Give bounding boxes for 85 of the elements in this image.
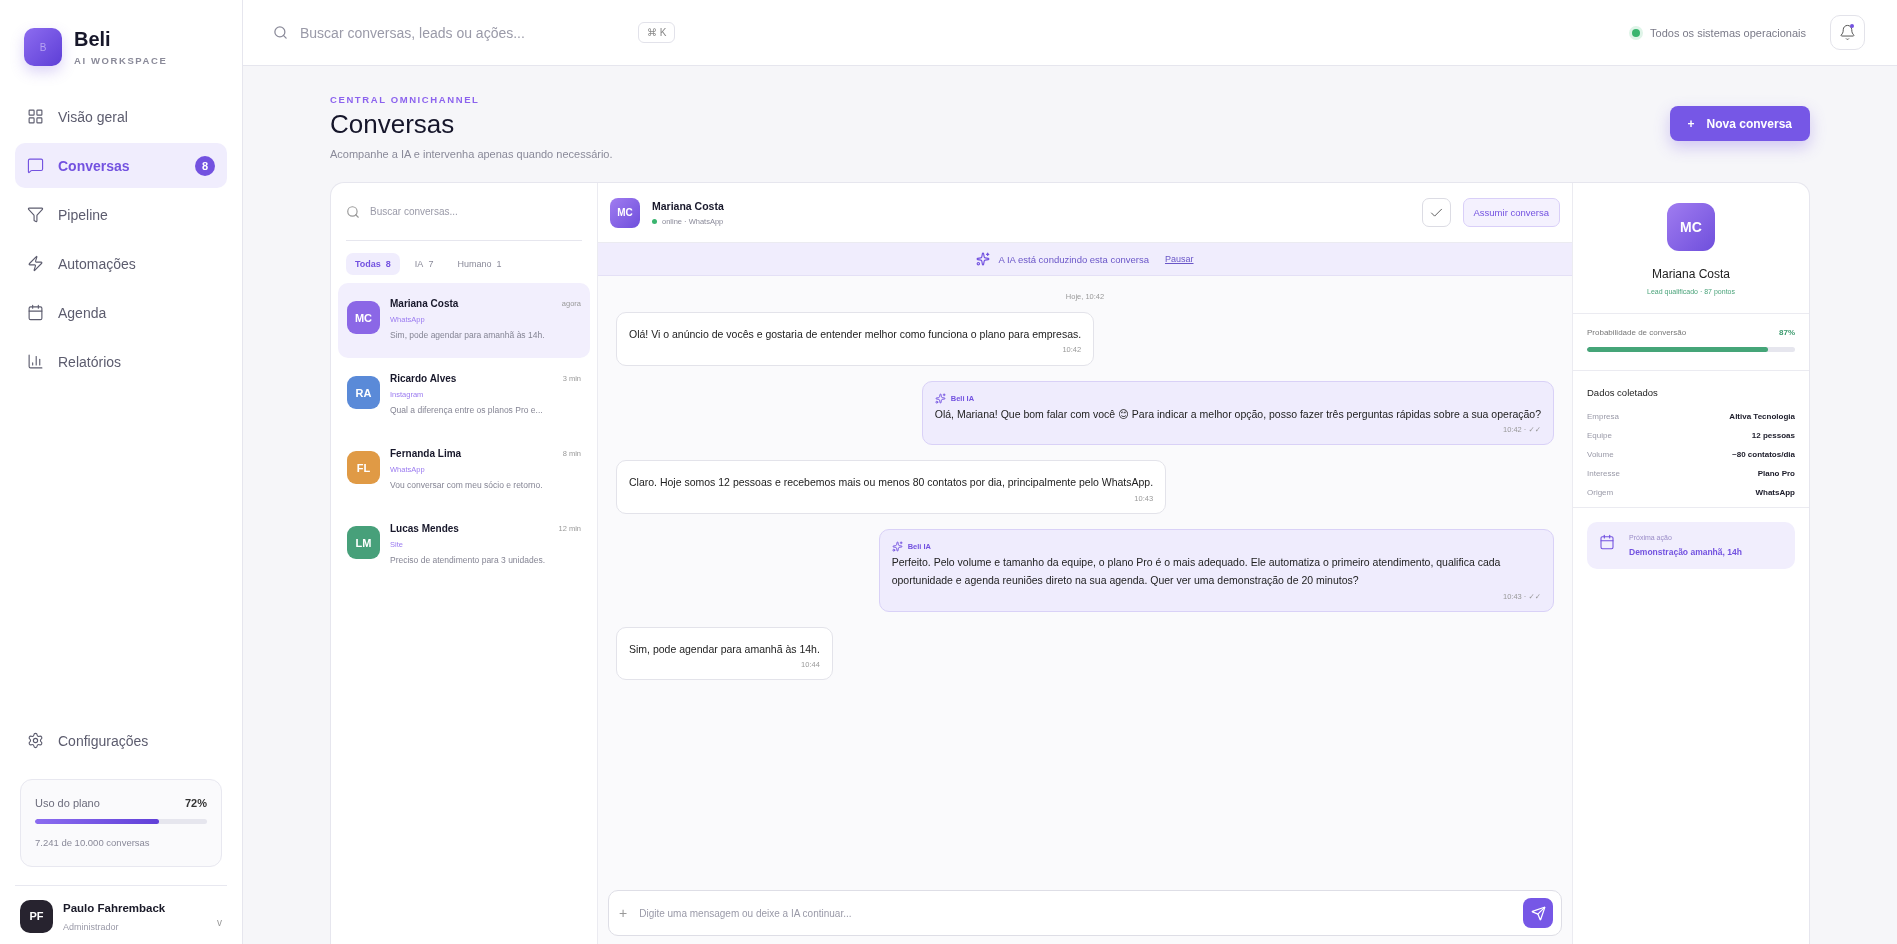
plan-detail: 7.241 de 10.000 conversas	[35, 837, 150, 848]
settings-link[interactable]: Configurações	[15, 718, 227, 763]
contact-avatar: MC	[610, 197, 640, 228]
message-input[interactable]: Digite uma mensagem ou deixe a IA continuar...	[637, 906, 1138, 920]
contact-name: Ricardo Alves	[390, 373, 457, 384]
field-label: Empresa	[1587, 412, 1619, 421]
message-preview: Sim, pode agendar para amanhã às 14h.	[390, 330, 546, 340]
contact-name: Mariana Costa	[652, 199, 725, 212]
search-icon	[346, 204, 360, 219]
field-value: ~80 contatos/dia	[1732, 450, 1795, 459]
user-role: Administrador	[63, 922, 119, 932]
message-text: Claro. Hoje somos 12 pessoas e recebemos mais ou menos 80 contatos por dia, principalmente pelo WhatsApp.	[629, 475, 1154, 491]
banner-text: A IA está conduzindo esta conversa	[998, 253, 1149, 265]
filter-tab[interactable]: Todas 8	[346, 253, 400, 275]
nav-item[interactable]: Relatórios	[15, 339, 227, 384]
field-label: Volume	[1587, 450, 1614, 459]
contact-name: Mariana Costa	[390, 298, 459, 309]
field-label: Equipe	[1587, 431, 1612, 440]
plan-percent: 72%	[184, 797, 207, 809]
count-badge: 8	[195, 155, 215, 176]
user-name: Paulo Fahremback	[63, 902, 166, 914]
new-conversation-button[interactable]: + Nova conversa	[1669, 106, 1810, 141]
grid-icon	[27, 108, 44, 125]
contact-avatar: MC	[347, 301, 380, 334]
user-avatar: PF	[20, 899, 53, 933]
message-preview: Preciso de atendimento para 3 unidades.	[390, 555, 546, 565]
filter-tab[interactable]: Humano 1	[448, 253, 511, 275]
plan-label: Uso do plano	[35, 797, 100, 809]
contact-avatar: RA	[347, 376, 380, 409]
message-preview: Qual a diferença entre os planos Pro e...	[390, 405, 544, 415]
page-eyebrow: CENTRAL OMNICHANNEL	[330, 94, 481, 105]
field-label: Origem	[1587, 488, 1614, 497]
system-status: Todos os sistemas operacionais	[1650, 26, 1806, 39]
chat-bubble-icon	[27, 157, 44, 174]
message-text: Sim, pode agendar para amanhã às 14h.	[629, 641, 820, 657]
sparkles-icon	[976, 252, 991, 266]
sparkles-icon	[891, 540, 903, 552]
contact-name: Lucas Mendes	[390, 523, 459, 534]
field-label: Interesse	[1587, 469, 1620, 478]
contact-name: Fernanda Lima	[390, 448, 462, 459]
contact-avatar: FL	[347, 451, 380, 484]
keyboard-shortcut-hint: ⌘ K	[638, 22, 676, 43]
notifications-button[interactable]	[1830, 15, 1865, 50]
brand-subtitle: AI WORKSPACE	[74, 55, 168, 66]
nav-item[interactable]: Automações	[15, 241, 227, 286]
calendar-icon	[27, 304, 44, 321]
page-title: Conversas	[330, 109, 456, 140]
message-text: Olá! Vi o anúncio de vocês e gostaria de entender melhor como funciona o plano para empresas.	[629, 327, 1082, 342]
sparkles-icon	[934, 392, 946, 404]
message-preview: Vou conversar com meu sócio e retorno.	[390, 480, 544, 490]
assume-conversation-button[interactable]: Assumir conversa	[1462, 198, 1560, 227]
brand-name: Beli	[74, 28, 112, 51]
field-value: WhatsApp	[1755, 488, 1795, 497]
status-dot	[1632, 28, 1641, 37]
section-title: Dados coletados	[1587, 387, 1659, 398]
contact-name: Mariana Costa	[1651, 267, 1730, 281]
logo-icon: B	[24, 28, 62, 66]
field-value: Plano Pro	[1757, 469, 1795, 478]
bell-icon	[1839, 24, 1856, 41]
pause-link[interactable]: Pausar	[1165, 254, 1194, 264]
nav-item[interactable]: Pipeline	[15, 192, 227, 237]
send-button[interactable]	[1523, 898, 1553, 928]
send-icon	[1530, 905, 1546, 921]
filter-tab[interactable]: IA 7	[405, 253, 443, 275]
nav-item[interactable]: Agenda	[15, 290, 227, 335]
funnel-icon	[27, 206, 44, 223]
field-value: Altiva Tecnologia	[1729, 412, 1795, 421]
nav-item[interactable]: Conversas 8	[15, 143, 227, 188]
probability-label: Probabilidade de conversão	[1587, 328, 1687, 337]
lightning-icon	[27, 255, 44, 272]
settings-icon	[27, 732, 44, 749]
next-action-value: Demonstração amanhã, 14h	[1629, 547, 1742, 557]
conversation-search-field[interactable]: Buscar conversas...	[368, 205, 568, 218]
nav-item[interactable]: Visão geral	[15, 94, 227, 139]
contact-avatar: MC	[1667, 203, 1715, 251]
calendar-icon	[1599, 534, 1615, 550]
probability-value: 87%	[1779, 328, 1795, 337]
online-dot	[652, 218, 657, 224]
search-icon	[273, 25, 288, 40]
message-text: Olá, Mariana! Que bom falar com você 😊 Para indicar a melhor opção, posso fazer três perguntas rápidas sobre a sua operação?	[934, 406, 1541, 422]
contact-avatar: LM	[347, 526, 380, 559]
page-subtitle: Acompanhe a IA e intervenha apenas quando necessário.	[330, 148, 613, 160]
field-value: 12 pessoas	[1751, 431, 1795, 440]
message-text: Perfeito. Pelo volume e tamanho da equipe, o plano Pro é o mais adequado. Ele automatiza o primeiro atendimento, qualifica cada oportunidade e agenda reuniões direto na sua agenda. Quer ver uma demonstração de 20 minutos?	[891, 554, 1502, 589]
bar-chart-icon	[27, 353, 44, 370]
